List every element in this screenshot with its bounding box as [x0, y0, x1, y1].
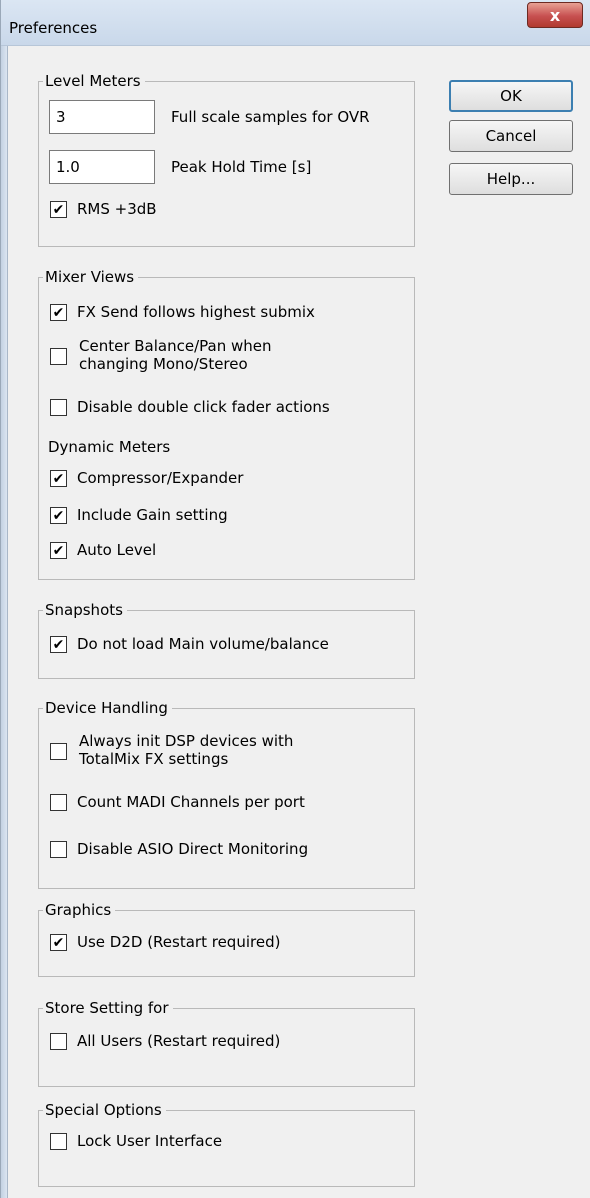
lock-ui-checkbox[interactable]	[50, 1133, 67, 1150]
preferences-window: Preferences x OK Cancel Help... Level Me…	[0, 0, 590, 1198]
close-icon: x	[549, 5, 561, 25]
fx-send-label: FX Send follows highest submix	[77, 303, 315, 321]
fx-send-checkbox[interactable]: ✔	[50, 304, 67, 321]
check-mark-icon: ✔	[52, 507, 65, 524]
cancel-button[interactable]: Cancel	[449, 120, 573, 152]
window-title: Preferences	[9, 19, 98, 37]
ok-button[interactable]: OK	[449, 80, 573, 112]
check-mark-icon: ✔	[52, 542, 65, 559]
compressor-label: Compressor/Expander	[77, 469, 244, 487]
check-mark-icon: ✔	[52, 201, 65, 218]
no-main-volume-checkbox[interactable]: ✔	[50, 636, 67, 653]
include-gain-checkbox[interactable]: ✔	[50, 507, 67, 524]
no-main-volume-label: Do not load Main volume/balance	[77, 635, 329, 653]
all-users-checkbox[interactable]	[50, 1033, 67, 1050]
disable-dblclick-label: Disable double click fader actions	[77, 398, 330, 416]
init-dsp-label: Always init DSP devices with TotalMix FX…	[79, 732, 294, 768]
check-mark-icon: ✔	[52, 636, 65, 653]
peak-hold-input[interactable]	[49, 150, 155, 184]
all-users-label: All Users (Restart required)	[77, 1032, 281, 1050]
title-bar[interactable]: Preferences x	[1, 0, 590, 46]
rms-checkbox[interactable]: ✔	[50, 201, 67, 218]
center-balance-label: Center Balance/Pan when changing Mono/St…	[79, 337, 272, 373]
check-mark-icon: ✔	[52, 470, 65, 487]
window-left-border	[1, 46, 8, 1198]
device-handling-legend: Device Handling	[43, 699, 172, 717]
count-madi-checkbox[interactable]	[50, 794, 67, 811]
check-mark-icon: ✔	[52, 934, 65, 951]
check-mark-icon: ✔	[52, 304, 65, 321]
store-setting-legend: Store Setting for	[43, 999, 173, 1017]
ovr-samples-input[interactable]	[49, 100, 155, 134]
init-dsp-checkbox[interactable]	[50, 743, 67, 760]
level-meters-legend: Level Meters	[43, 72, 145, 90]
disable-dblclick-checkbox[interactable]	[50, 399, 67, 416]
count-madi-label: Count MADI Channels per port	[77, 793, 305, 811]
mixer-views-legend: Mixer Views	[43, 268, 139, 286]
use-d2d-checkbox[interactable]: ✔	[50, 934, 67, 951]
auto-level-checkbox[interactable]: ✔	[50, 542, 67, 559]
auto-level-label: Auto Level	[77, 541, 157, 559]
include-gain-label: Include Gain setting	[77, 506, 228, 524]
disable-asio-checkbox[interactable]	[50, 841, 67, 858]
compressor-checkbox[interactable]: ✔	[50, 470, 67, 487]
snapshots-legend: Snapshots	[43, 601, 127, 619]
center-balance-checkbox[interactable]	[50, 348, 67, 365]
rms-label: RMS +3dB	[77, 200, 157, 218]
ovr-samples-label: Full scale samples for OVR	[171, 108, 370, 126]
peak-hold-label: Peak Hold Time [s]	[171, 158, 312, 176]
dynamic-meters-heading: Dynamic Meters	[48, 438, 171, 456]
close-button[interactable]: x	[527, 2, 583, 28]
graphics-legend: Graphics	[43, 901, 116, 919]
special-options-legend: Special Options	[43, 1101, 166, 1119]
disable-asio-label: Disable ASIO Direct Monitoring	[77, 840, 309, 858]
help-button[interactable]: Help...	[449, 163, 573, 195]
use-d2d-label: Use D2D (Restart required)	[77, 933, 281, 951]
lock-ui-label: Lock User Interface	[77, 1132, 223, 1150]
